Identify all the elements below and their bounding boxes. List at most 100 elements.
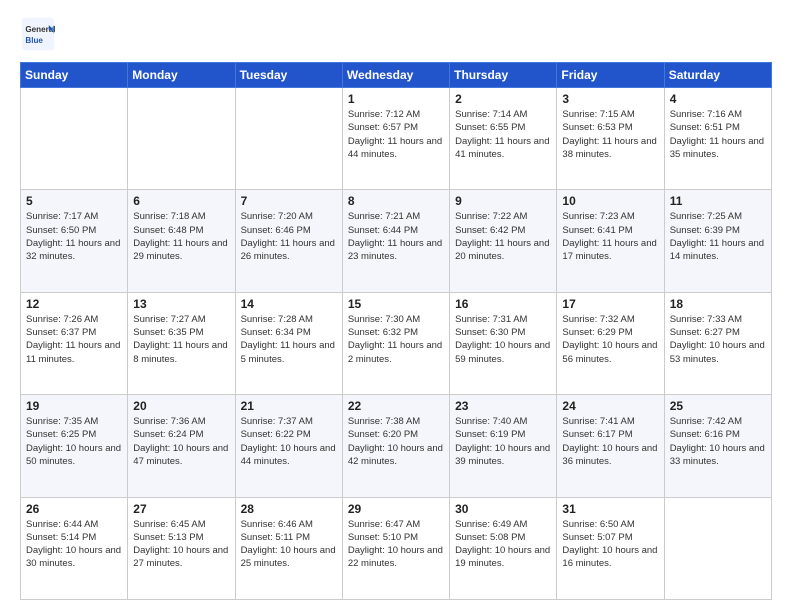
day-info: Sunrise: 7:32 AM Sunset: 6:29 PM Dayligh… [562, 313, 658, 366]
logo: General Blue [20, 16, 60, 52]
day-number: 3 [562, 92, 658, 106]
calendar-cell: 19 Sunrise: 7:35 AM Sunset: 6:25 PM Dayli… [21, 395, 128, 497]
day-number: 13 [133, 297, 229, 311]
day-info: Sunrise: 7:36 AM Sunset: 6:24 PM Dayligh… [133, 415, 229, 468]
day-info: Sunrise: 6:49 AM Sunset: 5:08 PM Dayligh… [455, 518, 551, 571]
calendar-cell [664, 497, 771, 599]
day-info: Sunrise: 6:46 AM Sunset: 5:11 PM Dayligh… [241, 518, 337, 571]
calendar-cell: 8Sunrise: 7:21 AM Sunset: 6:44 PM Daylig… [342, 190, 449, 292]
day-info: Sunrise: 7:25 AM Sunset: 6:39 PM Dayligh… [670, 210, 766, 263]
day-info: Sunrise: 7:14 AM Sunset: 6:55 PM Dayligh… [455, 108, 551, 161]
calendar-cell: 5Sunrise: 7:17 AM Sunset: 6:50 PM Daylig… [21, 190, 128, 292]
calendar-cell: 10 Sunrise: 7:23 AM Sunset: 6:41 PM Dayli… [557, 190, 664, 292]
day-number: 2 [455, 92, 551, 106]
day-number: 8 [348, 194, 444, 208]
calendar-cell: 23 Sunrise: 7:40 AM Sunset: 6:19 PM Dayli… [450, 395, 557, 497]
calendar-cell: 7 Sunrise: 7:20 AM Sunset: 6:46 PM Daylig… [235, 190, 342, 292]
day-number: 21 [241, 399, 337, 413]
day-info: Sunrise: 6:50 AM Sunset: 5:07 PM Dayligh… [562, 518, 658, 571]
calendar-header-row: SundayMondayTuesdayWednesdayThursdayFrid… [21, 63, 772, 88]
day-info: Sunrise: 7:40 AM Sunset: 6:19 PM Dayligh… [455, 415, 551, 468]
day-number: 25 [670, 399, 766, 413]
calendar-week-row: 26Sunrise: 6:44 AM Sunset: 5:14 PM Dayli… [21, 497, 772, 599]
day-number: 17 [562, 297, 658, 311]
calendar-cell: 4 Sunrise: 7:16 AM Sunset: 6:51 PM Daylig… [664, 88, 771, 190]
day-number: 5 [26, 194, 122, 208]
day-number: 7 [241, 194, 337, 208]
day-number: 15 [348, 297, 444, 311]
calendar-cell: 16 Sunrise: 7:31 AM Sunset: 6:30 PM Dayli… [450, 292, 557, 394]
day-info: Sunrise: 7:37 AM Sunset: 6:22 PM Dayligh… [241, 415, 337, 468]
day-info: Sunrise: 7:41 AM Sunset: 6:17 PM Dayligh… [562, 415, 658, 468]
calendar-cell: 29 Sunrise: 6:47 AM Sunset: 5:10 PM Dayli… [342, 497, 449, 599]
calendar-cell: 14Sunrise: 7:28 AM Sunset: 6:34 PM Dayli… [235, 292, 342, 394]
day-number: 14 [241, 297, 337, 311]
calendar-header-thursday: Thursday [450, 63, 557, 88]
calendar-week-row: 12Sunrise: 7:26 AM Sunset: 6:37 PM Dayli… [21, 292, 772, 394]
calendar-cell: 22 Sunrise: 7:38 AM Sunset: 6:20 PM Dayli… [342, 395, 449, 497]
calendar-cell: 31Sunrise: 6:50 AM Sunset: 5:07 PM Dayli… [557, 497, 664, 599]
day-number: 28 [241, 502, 337, 516]
day-info: Sunrise: 7:22 AM Sunset: 6:42 PM Dayligh… [455, 210, 551, 263]
calendar-cell: 28 Sunrise: 6:46 AM Sunset: 5:11 PM Dayli… [235, 497, 342, 599]
day-info: Sunrise: 7:31 AM Sunset: 6:30 PM Dayligh… [455, 313, 551, 366]
calendar-header-friday: Friday [557, 63, 664, 88]
calendar-cell: 12Sunrise: 7:26 AM Sunset: 6:37 PM Dayli… [21, 292, 128, 394]
day-number: 27 [133, 502, 229, 516]
day-number: 18 [670, 297, 766, 311]
day-info: Sunrise: 7:20 AM Sunset: 6:46 PM Dayligh… [241, 210, 337, 263]
day-info: Sunrise: 7:27 AM Sunset: 6:35 PM Dayligh… [133, 313, 229, 366]
calendar-cell: 2 Sunrise: 7:14 AM Sunset: 6:55 PM Daylig… [450, 88, 557, 190]
calendar-cell: 27 Sunrise: 6:45 AM Sunset: 5:13 PM Dayli… [128, 497, 235, 599]
day-number: 6 [133, 194, 229, 208]
calendar-cell: 11 Sunrise: 7:25 AM Sunset: 6:39 PM Dayli… [664, 190, 771, 292]
day-number: 19 [26, 399, 122, 413]
calendar-cell [21, 88, 128, 190]
calendar-week-row: 19 Sunrise: 7:35 AM Sunset: 6:25 PM Dayli… [21, 395, 772, 497]
logo-icon: General Blue [20, 16, 56, 52]
calendar-header-sunday: Sunday [21, 63, 128, 88]
day-info: Sunrise: 6:45 AM Sunset: 5:13 PM Dayligh… [133, 518, 229, 571]
day-number: 29 [348, 502, 444, 516]
day-info: Sunrise: 7:16 AM Sunset: 6:51 PM Dayligh… [670, 108, 766, 161]
header: General Blue [20, 16, 772, 52]
calendar-week-row: 1Sunrise: 7:12 AM Sunset: 6:57 PM Daylig… [21, 88, 772, 190]
calendar-cell: 13 Sunrise: 7:27 AM Sunset: 6:35 PM Dayli… [128, 292, 235, 394]
day-info: Sunrise: 6:47 AM Sunset: 5:10 PM Dayligh… [348, 518, 444, 571]
day-number: 23 [455, 399, 551, 413]
day-info: Sunrise: 7:35 AM Sunset: 6:25 PM Dayligh… [26, 415, 122, 468]
calendar-cell: 30 Sunrise: 6:49 AM Sunset: 5:08 PM Dayli… [450, 497, 557, 599]
calendar-header-monday: Monday [128, 63, 235, 88]
day-number: 24 [562, 399, 658, 413]
calendar-cell: 20 Sunrise: 7:36 AM Sunset: 6:24 PM Dayli… [128, 395, 235, 497]
day-number: 10 [562, 194, 658, 208]
day-number: 20 [133, 399, 229, 413]
day-info: Sunrise: 7:18 AM Sunset: 6:48 PM Dayligh… [133, 210, 229, 263]
day-info: Sunrise: 7:26 AM Sunset: 6:37 PM Dayligh… [26, 313, 122, 366]
day-info: Sunrise: 6:44 AM Sunset: 5:14 PM Dayligh… [26, 518, 122, 571]
day-number: 22 [348, 399, 444, 413]
day-number: 16 [455, 297, 551, 311]
calendar-header-saturday: Saturday [664, 63, 771, 88]
svg-text:Blue: Blue [25, 36, 43, 45]
calendar-cell: 18 Sunrise: 7:33 AM Sunset: 6:27 PM Dayli… [664, 292, 771, 394]
day-info: Sunrise: 7:30 AM Sunset: 6:32 PM Dayligh… [348, 313, 444, 366]
calendar-week-row: 5Sunrise: 7:17 AM Sunset: 6:50 PM Daylig… [21, 190, 772, 292]
day-number: 11 [670, 194, 766, 208]
calendar-cell [128, 88, 235, 190]
calendar-header-tuesday: Tuesday [235, 63, 342, 88]
calendar-cell: 26Sunrise: 6:44 AM Sunset: 5:14 PM Dayli… [21, 497, 128, 599]
calendar-cell [235, 88, 342, 190]
day-number: 1 [348, 92, 444, 106]
day-number: 30 [455, 502, 551, 516]
day-number: 4 [670, 92, 766, 106]
calendar-cell: 1Sunrise: 7:12 AM Sunset: 6:57 PM Daylig… [342, 88, 449, 190]
page: General Blue SundayMondayTuesdayWednesda… [0, 0, 792, 612]
calendar-table: SundayMondayTuesdayWednesdayThursdayFrid… [20, 62, 772, 600]
calendar-cell: 9 Sunrise: 7:22 AM Sunset: 6:42 PM Daylig… [450, 190, 557, 292]
day-info: Sunrise: 7:23 AM Sunset: 6:41 PM Dayligh… [562, 210, 658, 263]
day-info: Sunrise: 7:33 AM Sunset: 6:27 PM Dayligh… [670, 313, 766, 366]
calendar-header-wednesday: Wednesday [342, 63, 449, 88]
day-info: Sunrise: 7:38 AM Sunset: 6:20 PM Dayligh… [348, 415, 444, 468]
day-number: 9 [455, 194, 551, 208]
